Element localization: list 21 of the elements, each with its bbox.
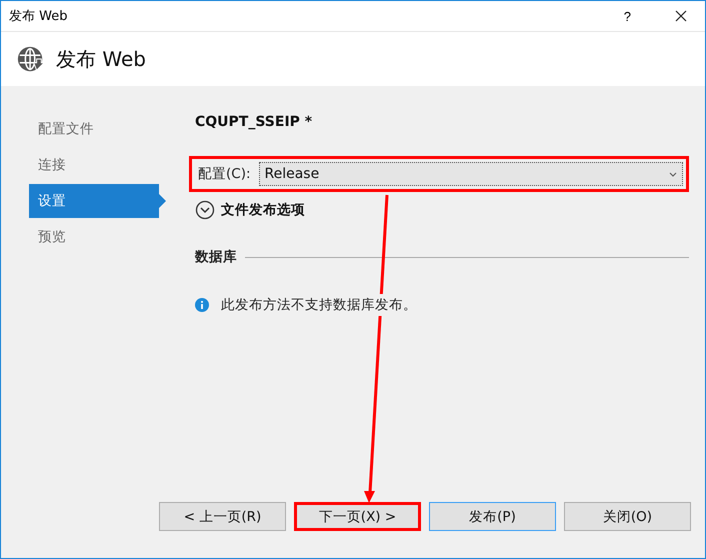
configuration-dropdown[interactable]: Release — [258, 162, 683, 186]
dialog-button[interactable]: 关闭(O) — [564, 502, 691, 531]
page-title: 发布 Web — [56, 46, 146, 72]
profile-name: CQUPT_SSEIP * — [195, 114, 314, 132]
dialog-button[interactable]: < 上一页(R) — [159, 502, 286, 531]
sidebar-tab[interactable]: 设置 — [29, 184, 166, 218]
expand-icon[interactable] — [195, 200, 215, 220]
close-icon[interactable] — [675, 10, 687, 22]
section-heading: 数据库 — [195, 248, 237, 266]
sidebar-tab[interactable]: 预览 — [29, 220, 159, 254]
info-icon — [195, 298, 209, 312]
configuration-label: 配置(C): — [198, 165, 251, 183]
window-title: 发布 Web — [9, 8, 68, 25]
globe-icon — [16, 44, 46, 74]
dropdown-caret-icon — [669, 172, 677, 176]
dialog-button[interactable]: 下一页(X) > — [294, 502, 421, 531]
help-button[interactable]: ? — [624, 8, 631, 24]
dialog-button[interactable]: 发布(P) — [429, 502, 556, 531]
sidebar-tab[interactable]: 配置文件 — [29, 112, 159, 146]
sidebar-tab[interactable]: 连接 — [29, 148, 159, 182]
section-toggle[interactable]: 文件发布选项 — [221, 201, 305, 219]
